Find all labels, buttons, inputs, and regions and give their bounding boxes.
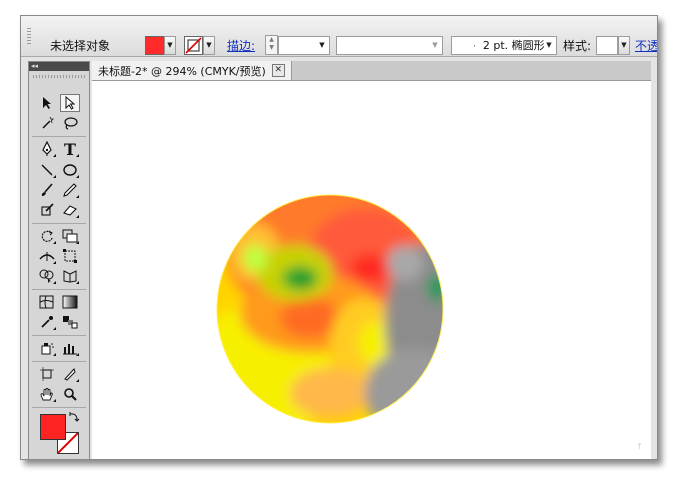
mesh-icon bbox=[39, 295, 54, 309]
tools-separator bbox=[32, 289, 86, 290]
opacity-link[interactable]: 不透 bbox=[635, 37, 657, 54]
type-t-icon: T bbox=[64, 141, 76, 157]
line-segment-icon bbox=[41, 164, 53, 176]
tools-separator bbox=[32, 407, 86, 408]
document-tab-bar: 未标题-2* @ 294% (CMYK/预览) ✕ bbox=[92, 61, 651, 81]
fill-color-box[interactable] bbox=[40, 414, 66, 440]
eyedropper-tool[interactable] bbox=[37, 313, 57, 331]
variable-width-dropdown-arrow[interactable]: ▼ bbox=[428, 37, 442, 54]
blob-brush-tool[interactable] bbox=[37, 201, 57, 219]
swap-fill-stroke-button[interactable] bbox=[68, 411, 80, 423]
stroke-weight-input[interactable]: ▼ bbox=[278, 36, 330, 55]
graphic-style-swatch[interactable] bbox=[596, 36, 618, 55]
black-arrow-icon bbox=[43, 97, 51, 109]
mesh-tool[interactable] bbox=[37, 293, 57, 311]
tools-panel: ◂◂ T bbox=[28, 61, 90, 459]
graphic-style-label: 样式: bbox=[563, 39, 592, 53]
white-arrow-icon bbox=[65, 96, 76, 110]
type-tool[interactable]: T bbox=[60, 140, 80, 158]
stroke-weight-spinner[interactable]: ▲ ▼ bbox=[265, 35, 278, 55]
blend-tool[interactable] bbox=[60, 313, 80, 331]
perspective-grid-tool[interactable] bbox=[60, 267, 80, 285]
stroke-weight-link[interactable]: 描边: bbox=[227, 37, 255, 54]
svg-text:T: T bbox=[64, 141, 76, 157]
stroke-none-swatch[interactable] bbox=[184, 36, 203, 55]
artboard-tool[interactable] bbox=[37, 365, 57, 383]
tools-separator bbox=[32, 335, 86, 336]
lasso-icon bbox=[64, 117, 78, 130]
stroke-dropdown-arrow[interactable]: ▼ bbox=[203, 36, 215, 55]
selection-status-label: 未选择对象 bbox=[50, 39, 111, 53]
blend-icon bbox=[63, 316, 78, 329]
gradient-icon bbox=[62, 295, 78, 309]
direct-selection-tool[interactable] bbox=[60, 94, 80, 112]
selection-tool[interactable] bbox=[37, 94, 57, 112]
tools-panel-grip[interactable] bbox=[33, 75, 85, 78]
tools-separator bbox=[32, 361, 86, 362]
slice-knife-icon bbox=[64, 368, 76, 381]
paintbrush-icon bbox=[41, 183, 53, 196]
app-window: 未选择对象 ▼ ▼ 描边: ▲ ▼ ▼ ▼ ▼ · 2 pt. 椭圆形 样式: ▼… bbox=[20, 15, 658, 460]
gradient-mesh-circle[interactable] bbox=[215, 193, 445, 425]
pen-nib-icon bbox=[42, 141, 52, 156]
control-bar-grip[interactable] bbox=[27, 28, 31, 46]
width-tool[interactable] bbox=[37, 247, 57, 265]
slice-tool[interactable] bbox=[60, 365, 80, 383]
pencil-tool[interactable] bbox=[60, 181, 80, 199]
shape-builder-tool[interactable] bbox=[37, 267, 57, 285]
rotate-tool[interactable] bbox=[37, 227, 57, 245]
ellipse-tool[interactable] bbox=[60, 161, 80, 179]
free-transform-icon bbox=[63, 249, 77, 263]
eraser-tool[interactable] bbox=[60, 201, 80, 219]
variable-width-profile-select[interactable]: ▼ bbox=[336, 36, 443, 55]
pen-tool[interactable] bbox=[37, 140, 57, 158]
lasso-tool[interactable] bbox=[60, 114, 80, 132]
symbol-sprayer-tool[interactable] bbox=[37, 339, 57, 357]
eyedropper-icon bbox=[41, 316, 53, 328]
brush-definition-value: · 2 pt. 椭圆形 bbox=[473, 39, 545, 52]
fill-dropdown-arrow[interactable]: ▼ bbox=[164, 36, 176, 55]
paintbrush-tool[interactable] bbox=[37, 181, 57, 199]
tools-separator bbox=[32, 136, 86, 137]
column-graph-tool[interactable] bbox=[60, 339, 80, 357]
line-segment-tool[interactable] bbox=[37, 161, 57, 179]
artboard-icon bbox=[40, 367, 54, 381]
rotate-icon bbox=[41, 230, 53, 242]
tools-separator bbox=[32, 223, 86, 224]
artboard-canvas[interactable]: ↑ bbox=[92, 81, 651, 459]
graphic-style-dropdown-arrow[interactable]: ▼ bbox=[618, 36, 630, 55]
magic-wand-tool[interactable] bbox=[37, 114, 57, 132]
blob-brush-icon bbox=[41, 203, 54, 216]
close-tab-icon[interactable]: ✕ bbox=[271, 64, 285, 77]
hand-tool[interactable] bbox=[37, 385, 57, 403]
fill-color-swatch[interactable] bbox=[145, 36, 164, 55]
stroke-weight-dropdown-arrow[interactable]: ▼ bbox=[315, 37, 329, 54]
canvas-corner-mark: ↑ bbox=[636, 442, 643, 451]
none-slash-icon bbox=[185, 37, 202, 54]
document-tab[interactable]: 未标题-2* @ 294% (CMYK/预览) ✕ bbox=[92, 61, 292, 80]
swap-arrows-icon bbox=[69, 412, 80, 422]
document-tab-title: 未标题-2* @ 294% (CMYK/预览) bbox=[98, 64, 266, 78]
scale-tool[interactable] bbox=[60, 227, 80, 245]
pencil-icon bbox=[63, 183, 77, 197]
document-window: 未标题-2* @ 294% (CMYK/预览) ✕ ↑ bbox=[92, 61, 651, 459]
magnifier-icon bbox=[64, 388, 77, 401]
magic-wand-icon bbox=[42, 116, 54, 129]
gradient-tool[interactable] bbox=[60, 293, 80, 311]
control-bar: 未选择对象 ▼ ▼ 描边: ▲ ▼ ▼ ▼ ▼ · 2 pt. 椭圆形 样式: ▼… bbox=[21, 16, 657, 57]
zoom-tool[interactable] bbox=[60, 385, 80, 403]
tools-panel-collapse-button[interactable]: ◂◂ bbox=[29, 62, 89, 71]
free-transform-tool[interactable] bbox=[60, 247, 80, 265]
